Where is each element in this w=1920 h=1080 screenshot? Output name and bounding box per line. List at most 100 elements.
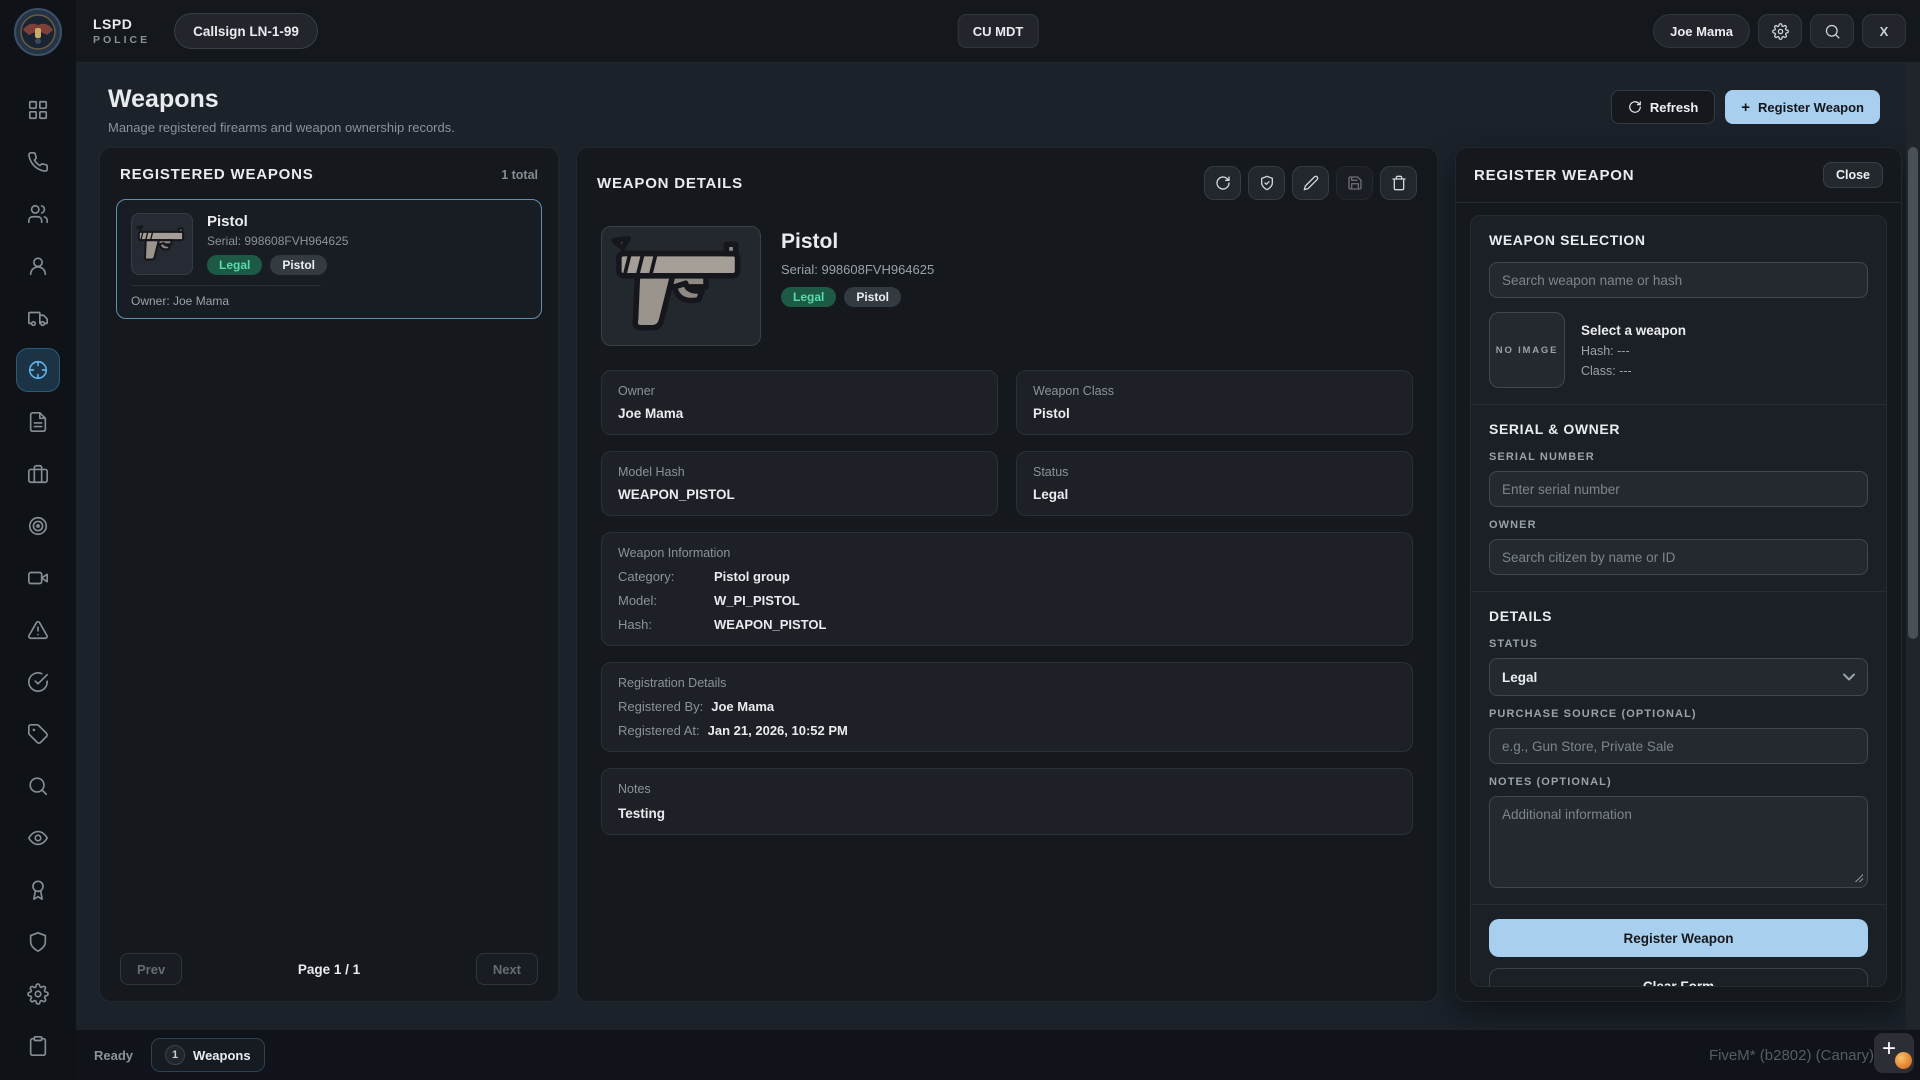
- clipboard-icon: [27, 1035, 49, 1057]
- sidebar-item-admin[interactable]: [16, 920, 60, 964]
- weapon-search-input[interactable]: [1489, 262, 1868, 298]
- sidebar-item-profile[interactable]: [16, 244, 60, 288]
- row-value: Jan 21, 2026, 10:52 PM: [708, 723, 848, 738]
- next-page-button[interactable]: Next: [476, 953, 538, 985]
- owner-field: Owner Joe Mama: [601, 370, 998, 435]
- refresh-icon: [1628, 100, 1642, 114]
- refresh-button[interactable]: Refresh: [1611, 90, 1715, 124]
- sidebar-item-records[interactable]: [16, 504, 60, 548]
- sidebar: [0, 0, 76, 1080]
- row-value: WEAPON_PISTOL: [714, 617, 826, 632]
- main-content: Weapons Manage registered firearms and w…: [76, 63, 1920, 1029]
- field-value: Legal: [1033, 487, 1396, 502]
- pencil-icon: [1303, 175, 1319, 191]
- sidebar-item-logs[interactable]: [16, 1024, 60, 1068]
- sidebar-item-weapons[interactable]: [16, 348, 60, 392]
- prev-page-button[interactable]: Prev: [120, 953, 182, 985]
- serial-number-input[interactable]: [1489, 471, 1868, 507]
- award-icon: [27, 879, 49, 901]
- status-field: Status Legal: [1016, 451, 1413, 516]
- brand-title: LSPD: [93, 16, 150, 32]
- weapon-list-item[interactable]: Pistol Serial: 998608FVH964625 Legal Pis…: [116, 199, 542, 319]
- row-value: Pistol group: [714, 569, 790, 584]
- sidebar-item-bodycam[interactable]: [16, 556, 60, 600]
- row-value: Joe Mama: [711, 699, 774, 714]
- register-weapon-panel: REGISTER WEAPON Close WEAPON SELECTION N…: [1455, 147, 1902, 1002]
- settings-button[interactable]: [1758, 14, 1802, 48]
- weapon-information-block: Weapon Information Category:Pistol group…: [601, 532, 1413, 646]
- notes-textarea[interactable]: [1489, 796, 1868, 888]
- user-button[interactable]: Joe Mama: [1653, 14, 1750, 48]
- row-label: Registered At:: [618, 723, 700, 738]
- pistol-image: [136, 224, 188, 264]
- selected-hash: Hash: ---: [1581, 344, 1686, 358]
- block-title: Registration Details: [618, 676, 1396, 690]
- sidebar-item-reports[interactable]: [16, 400, 60, 444]
- detail-weapon-name: Pistol: [781, 230, 934, 254]
- delete-button[interactable]: [1380, 166, 1417, 200]
- warning-triangle-icon: [27, 619, 49, 641]
- weapon-serial: Serial: 998608FVH964625: [207, 234, 348, 248]
- sidebar-item-search[interactable]: [16, 764, 60, 808]
- owner-label: OWNER: [1489, 519, 1868, 531]
- field-label: Owner: [618, 384, 981, 398]
- sidebar-item-roster[interactable]: [16, 868, 60, 912]
- search-icon: [1824, 23, 1841, 40]
- sidebar-item-warrants[interactable]: [16, 608, 60, 652]
- notes-label: NOTES (OPTIONAL): [1489, 776, 1868, 788]
- sidebar-item-cases[interactable]: [16, 452, 60, 496]
- status-select[interactable]: Legal: [1489, 658, 1868, 696]
- phone-icon: [27, 151, 49, 173]
- gear-icon: [1772, 23, 1789, 40]
- shield-icon: [27, 931, 49, 953]
- notes-value: Testing: [618, 806, 1396, 821]
- document-icon: [27, 411, 49, 433]
- brand-subtitle: POLICE: [93, 34, 150, 46]
- registered-weapons-panel: REGISTERED WEAPONS 1 total: [99, 147, 559, 1002]
- field-label: Model Hash: [618, 465, 981, 479]
- sidebar-item-citizens[interactable]: [16, 192, 60, 236]
- sidebar-items: [0, 88, 76, 1068]
- sidebar-item-dashboard[interactable]: [16, 88, 60, 132]
- sidebar-item-charges[interactable]: [16, 712, 60, 756]
- sidebar-item-calls[interactable]: [16, 140, 60, 184]
- trash-icon: [1391, 175, 1407, 191]
- status-badge: Legal: [781, 287, 836, 307]
- sidebar-item-bolo[interactable]: [16, 816, 60, 860]
- field-value: Pistol: [1033, 406, 1396, 421]
- close-drawer-button[interactable]: Close: [1823, 162, 1883, 188]
- purchase-source-label: PURCHASE SOURCE (OPTIONAL): [1489, 708, 1868, 720]
- count-label: Weapons: [193, 1048, 251, 1063]
- sidebar-item-vehicles[interactable]: [16, 296, 60, 340]
- field-label: Weapon Class: [1033, 384, 1396, 398]
- submit-register-button[interactable]: Register Weapon: [1489, 919, 1868, 957]
- callsign-button[interactable]: Callsign LN-1-99: [174, 13, 318, 49]
- edit-button[interactable]: [1292, 166, 1329, 200]
- field-value: Joe Mama: [618, 406, 981, 421]
- serial-number-label: SERIAL NUMBER: [1489, 451, 1868, 463]
- scrollbar-thumb[interactable]: [1908, 147, 1918, 639]
- weapons-count-pill[interactable]: 1 Weapons: [151, 1038, 265, 1072]
- person-icon: [27, 255, 49, 277]
- select-weapon-prompt: Select a weapon: [1581, 323, 1686, 338]
- sidebar-item-settings[interactable]: [16, 972, 60, 1016]
- count-value: 1: [165, 1045, 185, 1065]
- owner-search-input[interactable]: [1489, 539, 1868, 575]
- class-badge: Pistol: [270, 255, 327, 275]
- register-panel-header: REGISTER WEAPON Close: [1456, 148, 1901, 203]
- clear-form-button[interactable]: Clear Form: [1489, 968, 1868, 987]
- status-badge: Legal: [207, 255, 262, 275]
- refresh-detail-button[interactable]: [1204, 166, 1241, 200]
- save-button[interactable]: [1336, 166, 1373, 200]
- block-title: Notes: [618, 782, 1396, 796]
- purchase-source-input[interactable]: [1489, 728, 1868, 764]
- sidebar-item-tasks[interactable]: [16, 660, 60, 704]
- scrollbar-track[interactable]: [1906, 63, 1920, 1029]
- resize-handle-icon[interactable]: [1853, 872, 1863, 882]
- no-image-placeholder: NO IMAGE: [1489, 312, 1565, 388]
- search-button[interactable]: [1810, 14, 1854, 48]
- close-app-button[interactable]: X: [1862, 14, 1906, 48]
- save-icon: [1347, 175, 1363, 191]
- register-weapon-button[interactable]: + Register Weapon: [1725, 90, 1880, 124]
- verify-status-button[interactable]: [1248, 166, 1285, 200]
